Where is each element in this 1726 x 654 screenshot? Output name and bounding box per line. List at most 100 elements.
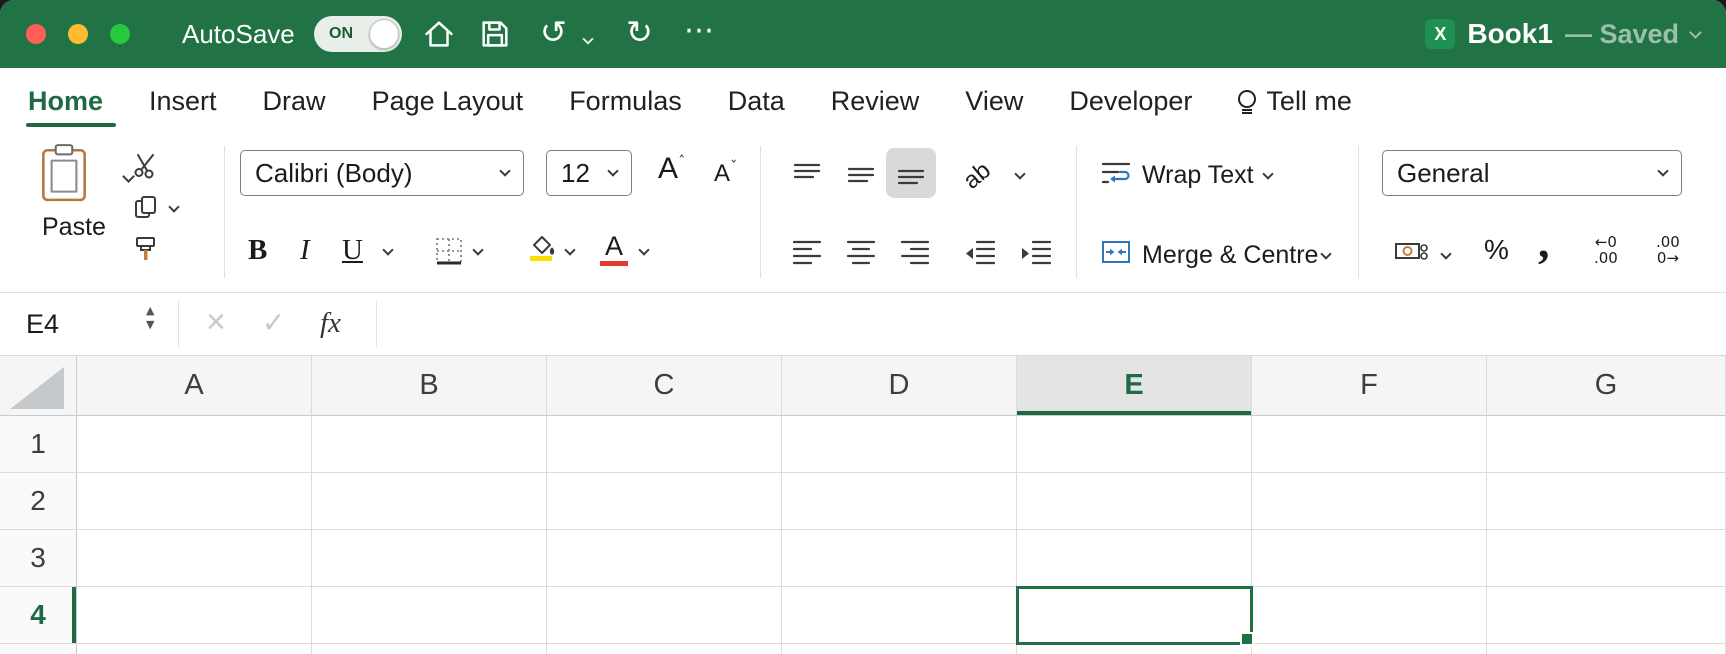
cell-G2[interactable]	[1487, 473, 1726, 530]
font-color-chevron-icon[interactable]	[638, 244, 649, 255]
merge-centre-chevron-icon[interactable]	[1320, 248, 1331, 259]
wrap-text-label[interactable]: Wrap Text	[1142, 160, 1254, 190]
merge-centre-label[interactable]: Merge & Centre	[1142, 240, 1318, 270]
decrease-indent-button[interactable]	[964, 238, 998, 273]
number-format-select[interactable]: General	[1382, 150, 1682, 196]
cell-F3[interactable]	[1252, 530, 1487, 587]
cell-A4[interactable]	[77, 587, 312, 644]
align-top-button[interactable]	[790, 160, 824, 195]
undo-icon[interactable]: ↺	[540, 14, 567, 50]
fill-color-chevron-icon[interactable]	[564, 244, 575, 255]
align-right-button[interactable]	[898, 238, 932, 273]
borders-button[interactable]	[434, 236, 464, 271]
cell-B2[interactable]	[312, 473, 547, 530]
underline-chevron-icon[interactable]	[382, 244, 393, 255]
font-size-select[interactable]: 12	[546, 150, 632, 196]
align-left-button[interactable]	[790, 238, 824, 273]
cell-D2[interactable]	[782, 473, 1017, 530]
minimize-button[interactable]	[68, 24, 88, 44]
tab-insert[interactable]: Insert	[126, 68, 240, 134]
cell-C1[interactable]	[547, 416, 782, 473]
cell-partial[interactable]	[77, 644, 312, 654]
home-icon[interactable]	[422, 17, 456, 56]
cell-E2[interactable]	[1017, 473, 1252, 530]
row-header-3[interactable]: 3	[0, 530, 77, 587]
tab-page-layout[interactable]: Page Layout	[349, 68, 547, 134]
copy-chevron-icon[interactable]	[168, 201, 179, 212]
zoom-button[interactable]	[110, 24, 130, 44]
cell-D3[interactable]	[782, 530, 1017, 587]
tab-data[interactable]: Data	[705, 68, 808, 134]
cell-partial[interactable]	[782, 644, 1017, 654]
autosave-toggle[interactable]: ON	[314, 16, 402, 52]
tab-home[interactable]: Home	[26, 68, 126, 134]
font-color-button[interactable]: A	[600, 232, 628, 266]
cell-partial[interactable]	[1017, 644, 1252, 654]
accounting-format-button[interactable]	[1394, 238, 1430, 269]
cell-E1[interactable]	[1017, 416, 1252, 473]
borders-chevron-icon[interactable]	[472, 244, 483, 255]
tab-tell-me[interactable]: Tell me	[1215, 68, 1375, 134]
column-header-G[interactable]: G	[1487, 356, 1726, 416]
tab-draw[interactable]: Draw	[240, 68, 349, 134]
stepper-down-icon[interactable]: ▼	[146, 319, 154, 331]
cell-C2[interactable]	[547, 473, 782, 530]
name-box[interactable]: E4	[26, 293, 59, 355]
wrap-text-chevron-icon[interactable]	[1262, 168, 1273, 179]
cell-G1[interactable]	[1487, 416, 1726, 473]
cell-B4[interactable]	[312, 587, 547, 644]
align-center-button[interactable]	[844, 238, 878, 273]
row-header-1[interactable]: 1	[0, 416, 77, 473]
undo-chevron-icon[interactable]	[584, 30, 592, 48]
cell-F4[interactable]	[1252, 587, 1487, 644]
column-header-E[interactable]: E	[1017, 356, 1252, 416]
more-commands-icon[interactable]: ⋯	[684, 13, 716, 49]
cell-C3[interactable]	[547, 530, 782, 587]
save-icon[interactable]	[478, 17, 512, 56]
name-box-stepper[interactable]: ▲ ▼	[146, 305, 154, 331]
comma-style-button[interactable]: ,	[1538, 216, 1550, 268]
merge-centre-button[interactable]	[1100, 238, 1132, 271]
document-title-area[interactable]: X Book1 — Saved	[1425, 0, 1700, 68]
confirm-entry-icon[interactable]: ✓	[262, 293, 285, 353]
increase-indent-button[interactable]	[1020, 238, 1054, 273]
cell-G4[interactable]	[1487, 587, 1726, 644]
cell-B1[interactable]	[312, 416, 547, 473]
insert-function-icon[interactable]: fx	[320, 293, 341, 353]
column-header-B[interactable]: B	[312, 356, 547, 416]
underline-button[interactable]: U	[342, 232, 363, 268]
wrap-text-button[interactable]	[1100, 158, 1132, 193]
cell-F1[interactable]	[1252, 416, 1487, 473]
paste-button[interactable]: Paste	[36, 142, 146, 242]
shrink-font-button[interactable]: Aˇ	[714, 158, 738, 188]
close-button[interactable]	[26, 24, 46, 44]
cell-A3[interactable]	[77, 530, 312, 587]
orientation-chevron-icon[interactable]	[1014, 168, 1025, 179]
column-header-F[interactable]: F	[1252, 356, 1487, 416]
formula-input[interactable]	[394, 299, 1716, 349]
tab-view[interactable]: View	[942, 68, 1046, 134]
tab-review[interactable]: Review	[808, 68, 943, 134]
cell-E4[interactable]	[1017, 587, 1252, 644]
fill-color-button[interactable]	[526, 232, 556, 262]
cell-E3[interactable]	[1017, 530, 1252, 587]
cell-partial[interactable]	[1487, 644, 1726, 654]
cell-partial[interactable]	[312, 644, 547, 654]
orientation-button[interactable]: ab	[960, 154, 1004, 194]
font-name-select[interactable]: Calibri (Body)	[240, 150, 524, 196]
row-header-partial[interactable]	[0, 644, 77, 654]
cell-A1[interactable]	[77, 416, 312, 473]
column-header-D[interactable]: D	[782, 356, 1017, 416]
cell-G3[interactable]	[1487, 530, 1726, 587]
align-bottom-button[interactable]	[886, 148, 936, 198]
cell-D4[interactable]	[782, 587, 1017, 644]
cell-partial[interactable]	[547, 644, 782, 654]
cell-C4[interactable]	[547, 587, 782, 644]
increase-decimal-button[interactable]: ←0 .00	[1594, 234, 1618, 266]
percent-style-button[interactable]: %	[1484, 230, 1509, 270]
cell-partial[interactable]	[1252, 644, 1487, 654]
italic-button[interactable]: I	[300, 232, 310, 268]
redo-icon[interactable]: ↻	[626, 14, 653, 50]
copy-button[interactable]	[132, 192, 178, 222]
row-header-4[interactable]: 4	[0, 587, 77, 644]
